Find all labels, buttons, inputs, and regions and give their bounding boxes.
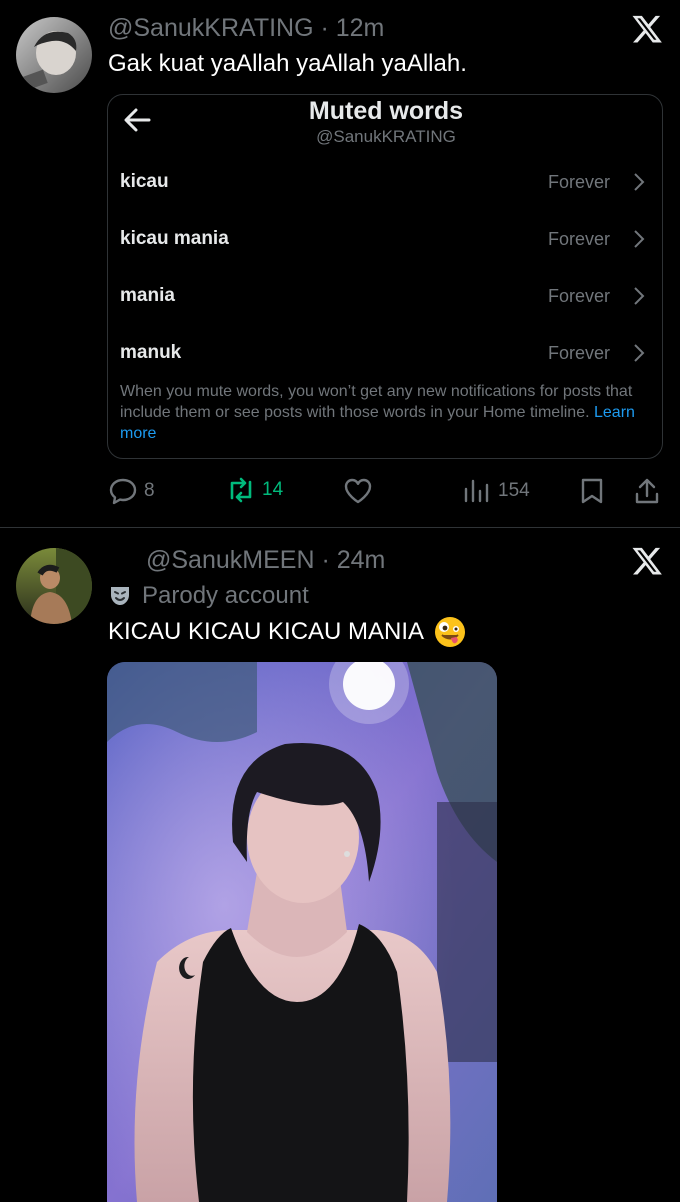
avatar[interactable] bbox=[16, 17, 92, 93]
mute-duration: Forever bbox=[547, 172, 610, 192]
chevron-right-icon bbox=[634, 230, 645, 248]
post-text-row: KICAU KICAU KICAU MANIA bbox=[108, 616, 466, 648]
muted-word-row[interactable]: kicau mania Forever bbox=[108, 220, 664, 260]
share-icon[interactable] bbox=[634, 477, 660, 505]
post-header: @SanukKRATING · 12m bbox=[108, 14, 384, 43]
x-logo-icon[interactable] bbox=[631, 546, 663, 576]
parody-badge: Parody account bbox=[108, 582, 309, 610]
repost-button[interactable]: 14 bbox=[226, 477, 283, 503]
muted-word: kicau bbox=[120, 171, 169, 192]
avatar[interactable] bbox=[16, 548, 92, 624]
separator-dot: · bbox=[313, 14, 336, 42]
chevron-right-icon bbox=[634, 173, 645, 191]
chevron-right-icon bbox=[634, 287, 645, 305]
muted-word: manuk bbox=[120, 342, 182, 363]
muted-word: mania bbox=[120, 285, 175, 306]
post-header: @SanukMEEN · 24m bbox=[146, 546, 385, 575]
reply-button[interactable]: 8 bbox=[108, 477, 155, 505]
like-heart-icon[interactable] bbox=[343, 477, 373, 505]
views-count: 154 bbox=[498, 480, 530, 501]
muted-word-row[interactable]: manuk Forever bbox=[108, 334, 664, 374]
muted-word-row[interactable]: kicau Forever bbox=[108, 163, 664, 203]
x-logo-icon[interactable] bbox=[631, 14, 663, 44]
mute-duration: Forever bbox=[547, 286, 610, 306]
reply-count: 8 bbox=[144, 480, 155, 501]
post-time[interactable]: 24m bbox=[337, 546, 386, 574]
post-text: Gak kuat yaAllah yaAllah yaAllah. bbox=[108, 50, 467, 77]
chevron-right-icon bbox=[634, 344, 645, 362]
post-image[interactable] bbox=[107, 662, 497, 1202]
card-title: Muted words bbox=[308, 97, 464, 125]
mute-duration: Forever bbox=[547, 229, 610, 249]
post-time[interactable]: 12m bbox=[336, 14, 385, 42]
theater-mask-icon bbox=[111, 587, 129, 605]
zany-face-emoji-icon bbox=[435, 617, 466, 647]
post-divider bbox=[0, 527, 680, 528]
muted-word: kicau mania bbox=[120, 228, 229, 249]
views-button[interactable]: 154 bbox=[462, 477, 530, 505]
author-handle[interactable]: @SanukKRATING bbox=[108, 14, 314, 42]
card-subtitle: @SanukKRATING bbox=[316, 127, 456, 146]
muted-words-card[interactable]: Muted words @SanukKRATING kicau Forever … bbox=[107, 94, 663, 459]
views-bar-chart-icon bbox=[464, 479, 489, 503]
repost-icon bbox=[230, 477, 252, 503]
reply-icon bbox=[109, 478, 137, 505]
repost-count: 14 bbox=[262, 479, 284, 500]
bookmark-icon[interactable] bbox=[580, 477, 604, 505]
note-text: When you mute words, you won’t get any n… bbox=[120, 383, 633, 421]
parody-label: Parody account bbox=[142, 582, 309, 609]
post-text: KICAU KICAU KICAU MANIA bbox=[108, 618, 425, 645]
muted-words-note: When you mute words, you won’t get any n… bbox=[120, 381, 650, 444]
author-handle[interactable]: @SanukMEEN bbox=[146, 546, 315, 574]
mute-duration: Forever bbox=[547, 343, 610, 363]
muted-word-row[interactable]: mania Forever bbox=[108, 277, 664, 317]
separator-dot: · bbox=[314, 546, 337, 574]
